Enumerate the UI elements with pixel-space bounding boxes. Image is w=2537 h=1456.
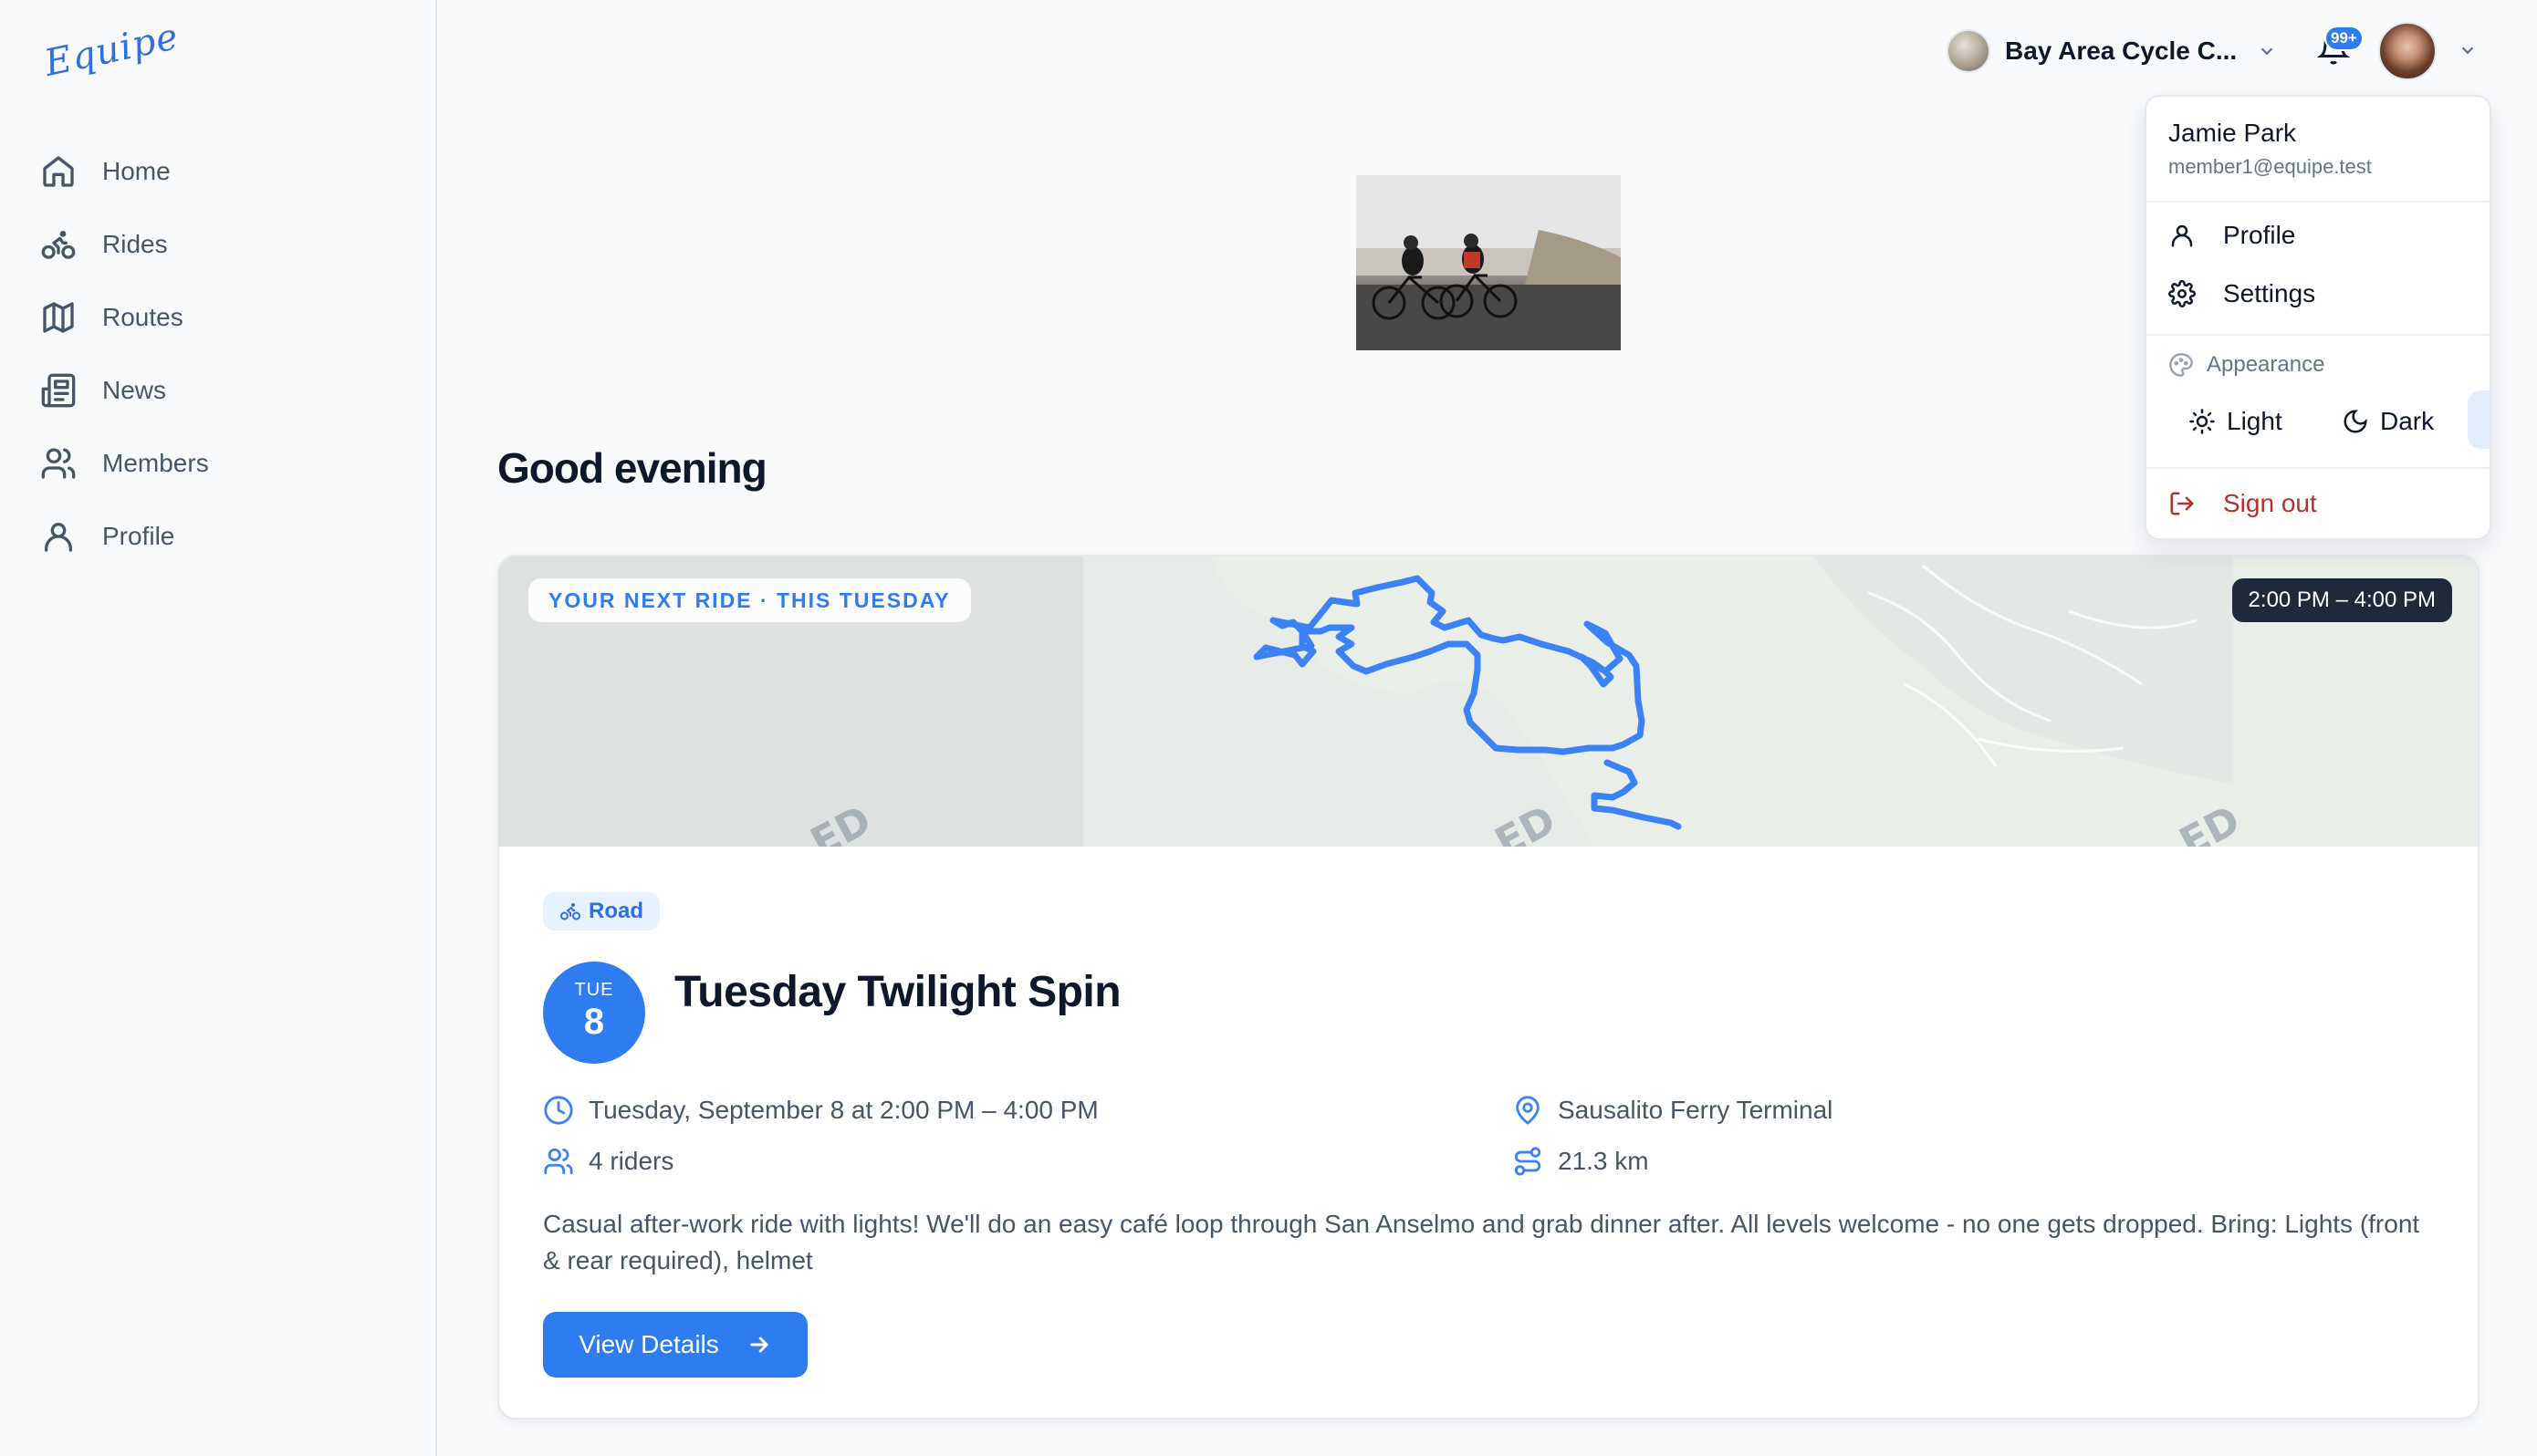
sidebar-item-home[interactable]: Home <box>40 135 405 208</box>
menu-divider <box>2146 334 2490 336</box>
palette-icon <box>2169 353 2193 377</box>
user-name: Jamie Park <box>2168 119 2297 147</box>
bike-icon <box>560 903 580 920</box>
newspaper-icon <box>41 373 76 408</box>
next-ride-banner: YOUR NEXT RIDE · THIS TUESDAY <box>528 578 971 622</box>
sidebar-item-label: Routes <box>102 303 183 331</box>
map-icon <box>43 302 74 333</box>
moon-icon <box>2344 410 2367 433</box>
sun-icon <box>2189 409 2215 434</box>
avatar[interactable] <box>2378 22 2437 80</box>
sidebar-item-label: Members <box>102 449 209 477</box>
menu-item-settings[interactable]: Settings <box>2168 279 2315 308</box>
ride-distance: 21.3 km <box>1512 1146 1649 1177</box>
chevron-down-icon <box>2260 47 2273 56</box>
theme-light-option[interactable]: Light <box>2188 394 2282 449</box>
sidebar-item-news[interactable]: News <box>40 354 405 427</box>
clock-icon <box>544 1096 573 1125</box>
club-name: Bay Area Cycle C... <box>2005 36 2238 65</box>
gear-icon <box>2168 280 2196 307</box>
app-logo[interactable]: Equipe <box>41 16 183 85</box>
sidebar-item-label: Profile <box>102 522 175 550</box>
sidebar-item-profile[interactable]: Profile <box>40 500 405 573</box>
menu-divider <box>2146 467 2490 469</box>
sidebar-item-rides[interactable]: Rides <box>40 208 405 281</box>
route-icon <box>1514 1147 1541 1176</box>
sidebar-item-members[interactable]: Members <box>40 427 405 500</box>
sidebar-item-label: News <box>102 376 167 404</box>
notification-badge: 99+ <box>2324 26 2364 51</box>
theme-dark-option[interactable]: Dark <box>2342 394 2434 449</box>
ride-datetime: Tuesday, September 8 at 2:00 PM – 4:00 P… <box>543 1095 1099 1126</box>
user-menu: Jamie Park member1@equipe.test Profile S… <box>2145 95 2491 540</box>
theme-system-option[interactable] <box>2468 390 2490 449</box>
users-icon <box>41 448 76 479</box>
cyclists-photo <box>1356 175 1621 350</box>
menu-item-signout[interactable]: Sign out <box>2168 489 2317 518</box>
menu-item-label: Profile <box>2223 221 2296 249</box>
sidebar-item-label: Home <box>102 157 171 185</box>
menu-divider <box>2146 201 2490 203</box>
sidebar: Equipe Home Rides Routes News Members Pr… <box>0 0 437 1456</box>
ride-location-text: Sausalito Ferry Terminal <box>1558 1096 1833 1124</box>
sidebar-item-routes[interactable]: Routes <box>40 281 405 354</box>
menu-item-profile[interactable]: Profile <box>2168 221 2295 250</box>
user-email: member1@equipe.test <box>2168 155 2372 178</box>
users-icon <box>544 1148 573 1175</box>
theme-light-label: Light <box>2227 407 2282 435</box>
ride-riders: 4 riders <box>543 1146 673 1177</box>
ride-type-tag: Road <box>543 892 660 931</box>
ride-riders-text: 4 riders <box>589 1147 674 1175</box>
sidebar-item-label: Rides <box>102 230 168 258</box>
hero-image <box>1356 175 1621 350</box>
arrow-right-icon <box>750 1336 768 1353</box>
home-icon <box>43 156 74 187</box>
route-map[interactable]: ED ED ED YOUR NEXT RIDE · THIS TUESDAY 2… <box>499 556 2478 847</box>
ride-title: Tuesday Twilight Spin <box>674 968 1122 1016</box>
club-switcher[interactable]: Bay Area Cycle C... <box>1947 27 2277 75</box>
appearance-heading: Appearance <box>2168 352 2324 378</box>
view-details-label: View Details <box>579 1330 719 1358</box>
time-range-badge: 2:00 PM – 4:00 PM <box>2231 578 2452 622</box>
bike-icon <box>41 230 76 259</box>
page-title: Good evening <box>497 444 767 492</box>
ride-type-label: Road <box>589 899 643 923</box>
appearance-label: Appearance <box>2207 352 2325 377</box>
map-pin-icon <box>1516 1096 1540 1125</box>
ride-description: Casual after-work ride with lights! We'l… <box>543 1210 2420 1274</box>
date-badge: TUE 8 <box>543 962 645 1064</box>
user-icon <box>45 523 73 552</box>
ride-datetime-text: Tuesday, September 8 at 2:00 PM – 4:00 P… <box>589 1096 1099 1124</box>
user-icon <box>2171 224 2193 247</box>
next-ride-card[interactable]: ED ED ED YOUR NEXT RIDE · THIS TUESDAY 2… <box>497 555 2480 1420</box>
chevron-down-icon[interactable] <box>2458 40 2478 60</box>
club-avatar <box>1947 29 1990 73</box>
date-weekday: TUE <box>574 980 614 1000</box>
sidebar-nav: Home Rides Routes News Members Profile <box>40 135 405 573</box>
date-day: 8 <box>583 1002 605 1042</box>
menu-item-label: Settings <box>2223 279 2316 307</box>
menu-item-label: Sign out <box>2223 489 2317 517</box>
ride-location: Sausalito Ferry Terminal <box>1512 1095 1832 1126</box>
ride-distance-text: 21.3 km <box>1558 1147 1649 1175</box>
view-details-button[interactable]: View Details <box>543 1312 808 1378</box>
logout-icon <box>2170 492 2194 515</box>
theme-dark-label: Dark <box>2380 407 2435 435</box>
